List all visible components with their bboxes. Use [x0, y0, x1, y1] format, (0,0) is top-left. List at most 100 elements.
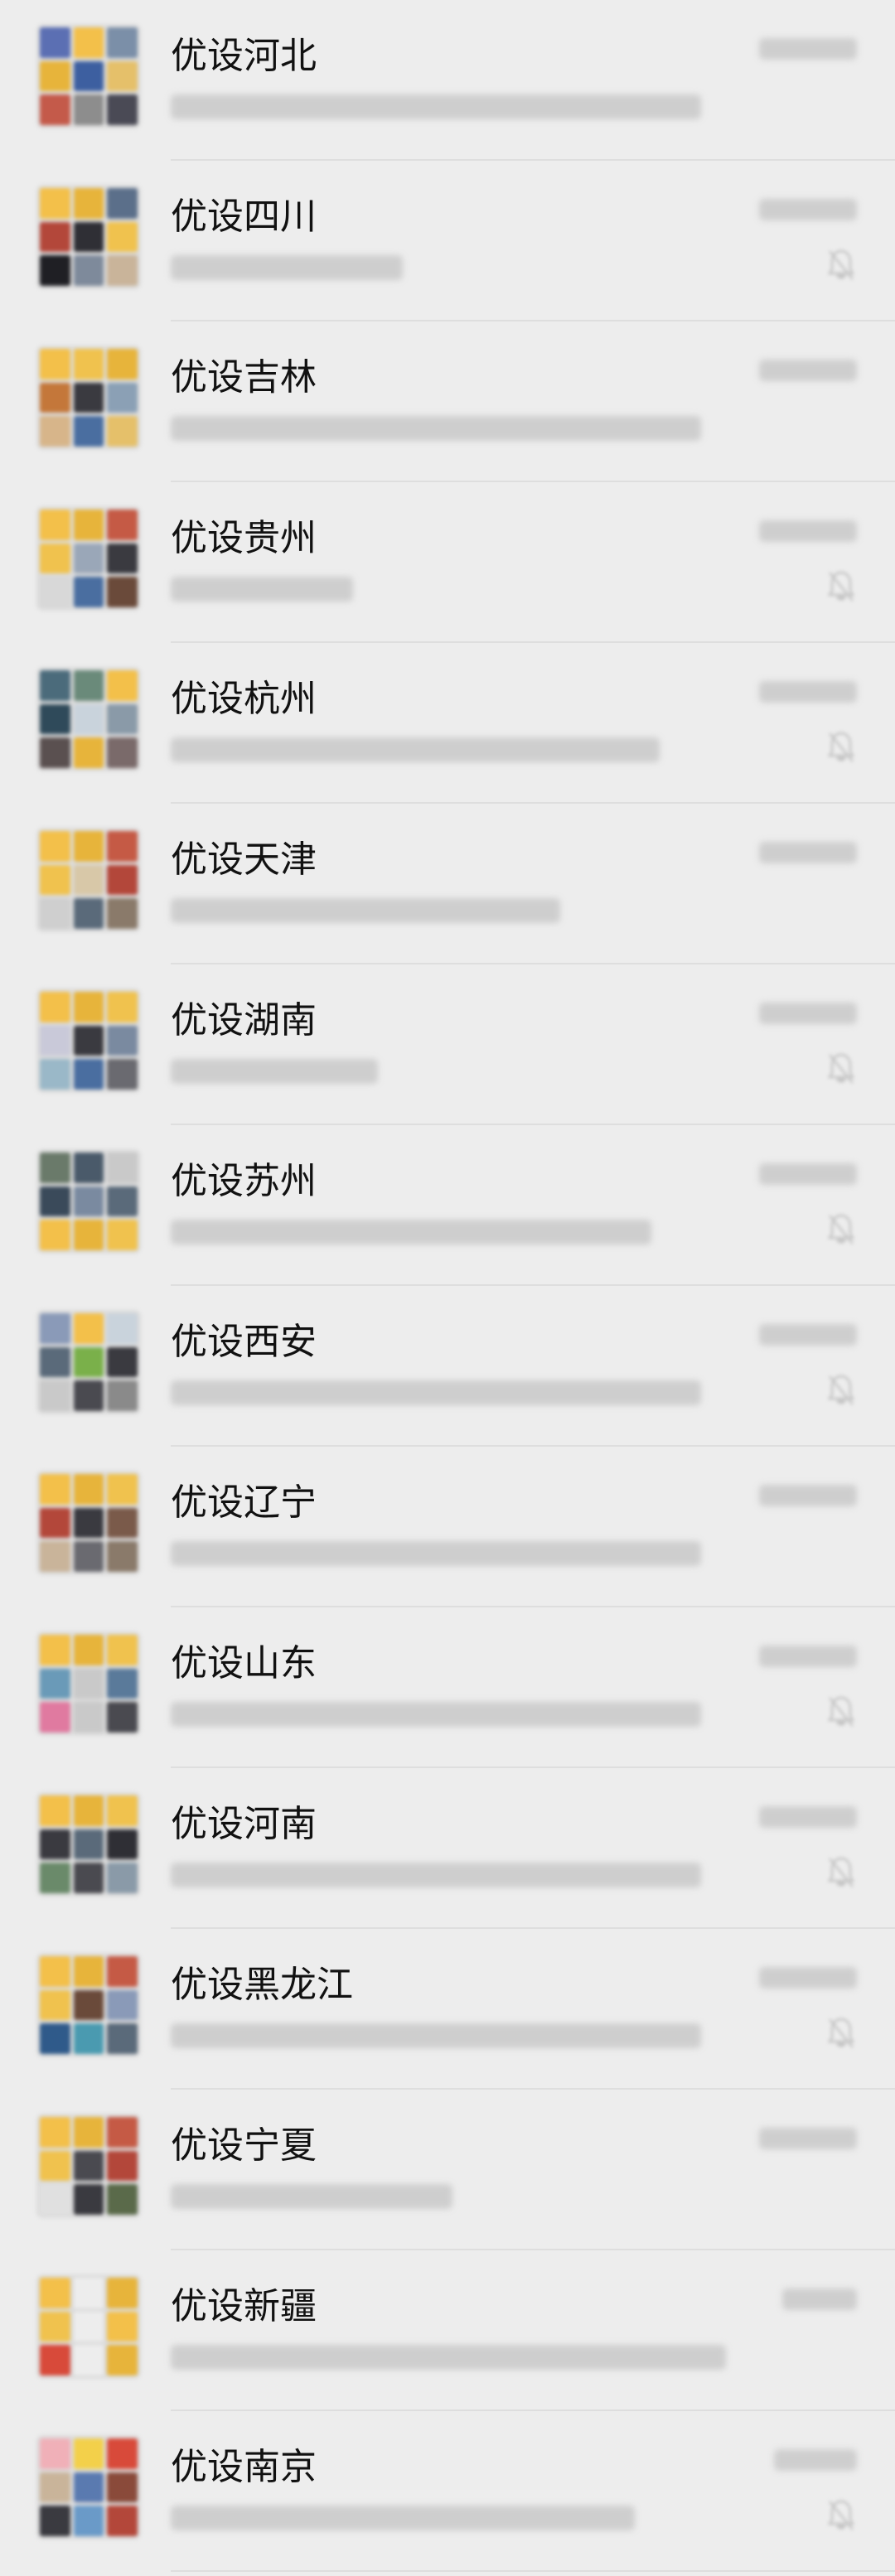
- mute-bell-icon: [827, 1696, 855, 1727]
- avatar-tile: [73, 349, 104, 379]
- avatar-tile: [107, 577, 138, 607]
- avatar-tile: [40, 898, 70, 929]
- chat-row[interactable]: 优设天津: [0, 804, 895, 964]
- chat-row[interactable]: 优设杭州: [0, 643, 895, 804]
- chat-row[interactable]: 优设黑龙江: [0, 1929, 895, 2090]
- avatar-tile: [107, 1346, 138, 1378]
- avatar-tile: [73, 382, 104, 413]
- chat-time: [759, 1003, 857, 1024]
- chat-name: 优设天津: [171, 839, 317, 881]
- avatar-tile: [73, 1186, 104, 1217]
- avatar-tile: [107, 1153, 138, 1183]
- avatar-tile: [73, 1380, 104, 1411]
- chat-preview: [171, 898, 560, 923]
- avatar-tile: [40, 1380, 70, 1411]
- avatar-tile: [107, 1541, 138, 1572]
- avatar-tile: [107, 2184, 138, 2215]
- chat-row[interactable]: 优设宁夏: [0, 2090, 895, 2250]
- chat-preview: [171, 94, 701, 119]
- chat-name: 优设宁夏: [171, 2124, 317, 2167]
- avatar-tile: [73, 1346, 104, 1378]
- mute-bell-icon: [827, 732, 855, 762]
- avatar-tile: [73, 670, 104, 701]
- avatar-tile: [73, 1153, 104, 1183]
- avatar-tile: [40, 992, 70, 1022]
- avatar-tile: [107, 221, 138, 253]
- group-avatar-icon: [36, 506, 141, 611]
- chat-row[interactable]: 优设四川: [0, 161, 895, 321]
- chat-time: [759, 360, 857, 381]
- avatar-tile: [73, 255, 104, 286]
- group-avatar-icon: [36, 1149, 141, 1254]
- avatar-tile: [40, 94, 70, 125]
- avatar-tile: [73, 188, 104, 219]
- chat-preview: [171, 2506, 635, 2530]
- chat-row[interactable]: 优设西安: [0, 1286, 895, 1447]
- avatar-tile: [40, 1474, 70, 1505]
- avatar-tile: [73, 2345, 104, 2375]
- avatar-tile: [107, 27, 138, 58]
- chat-row[interactable]: 优设山东: [0, 1607, 895, 1768]
- chat-row[interactable]: 优设南京: [0, 2411, 895, 2572]
- avatar-tile: [40, 221, 70, 253]
- avatar-tile: [73, 831, 104, 862]
- avatar-tile: [107, 1668, 138, 1699]
- avatar-tile: [73, 1702, 104, 1733]
- avatar-tile: [73, 2278, 104, 2308]
- avatar-tile: [40, 1220, 70, 1250]
- chat-name: 优设吉林: [171, 356, 317, 399]
- chat-name: 优设四川: [171, 196, 317, 238]
- chat-row[interactable]: 优设河南: [0, 1768, 895, 1929]
- chat-time: [759, 681, 857, 703]
- avatar-tile: [107, 898, 138, 929]
- chat-time: [759, 199, 857, 220]
- chat-row[interactable]: 优设苏州: [0, 1125, 895, 1286]
- avatar-tile: [107, 543, 138, 574]
- avatar-tile: [107, 864, 138, 896]
- chat-name: 优设西安: [171, 1321, 317, 1363]
- avatar-tile: [107, 1635, 138, 1665]
- chat-row[interactable]: 优设贵州: [0, 482, 895, 643]
- avatar-tile: [73, 27, 104, 58]
- avatar-tile: [40, 1829, 70, 1860]
- avatar-tile: [107, 1989, 138, 2021]
- avatar-tile: [107, 510, 138, 540]
- chat-preview: [171, 737, 660, 762]
- mute-bell-icon: [827, 1375, 855, 1405]
- chat-time: [759, 1806, 857, 1828]
- group-avatar-icon: [36, 2114, 141, 2218]
- avatar-tile: [73, 1507, 104, 1539]
- avatar-tile: [40, 1956, 70, 1987]
- chat-preview: [171, 255, 403, 280]
- avatar-tile: [73, 1635, 104, 1665]
- avatar-tile: [73, 577, 104, 607]
- avatar-tile: [107, 188, 138, 219]
- avatar-tile: [107, 255, 138, 286]
- chat-name: 优设黑龙江: [171, 1964, 353, 2006]
- avatar-tile: [40, 349, 70, 379]
- chat-preview: [171, 1702, 701, 1727]
- avatar-tile: [73, 2117, 104, 2148]
- avatar-tile: [40, 831, 70, 862]
- chat-row[interactable]: 优设吉林: [0, 321, 895, 482]
- avatar-tile: [40, 737, 70, 768]
- avatar-tile: [73, 1220, 104, 1250]
- avatar-tile: [40, 2438, 70, 2469]
- avatar-tile: [107, 831, 138, 862]
- avatar-tile: [40, 2311, 70, 2342]
- chat-row[interactable]: 优设新疆: [0, 2250, 895, 2411]
- avatar-tile: [107, 1956, 138, 1987]
- avatar-tile: [107, 1863, 138, 1893]
- group-avatar-icon: [36, 1631, 141, 1736]
- avatar-tile: [40, 1507, 70, 1539]
- chat-row[interactable]: 优设辽宁: [0, 1447, 895, 1607]
- avatar-tile: [107, 349, 138, 379]
- avatar-tile: [107, 2345, 138, 2375]
- avatar-tile: [73, 1829, 104, 1860]
- avatar-tile: [40, 1635, 70, 1665]
- chat-row[interactable]: 优设河北: [0, 0, 895, 161]
- chat-name: 优设湖南: [171, 999, 317, 1042]
- avatar-tile: [107, 2506, 138, 2536]
- avatar-tile: [107, 416, 138, 447]
- chat-row[interactable]: 优设湖南: [0, 964, 895, 1125]
